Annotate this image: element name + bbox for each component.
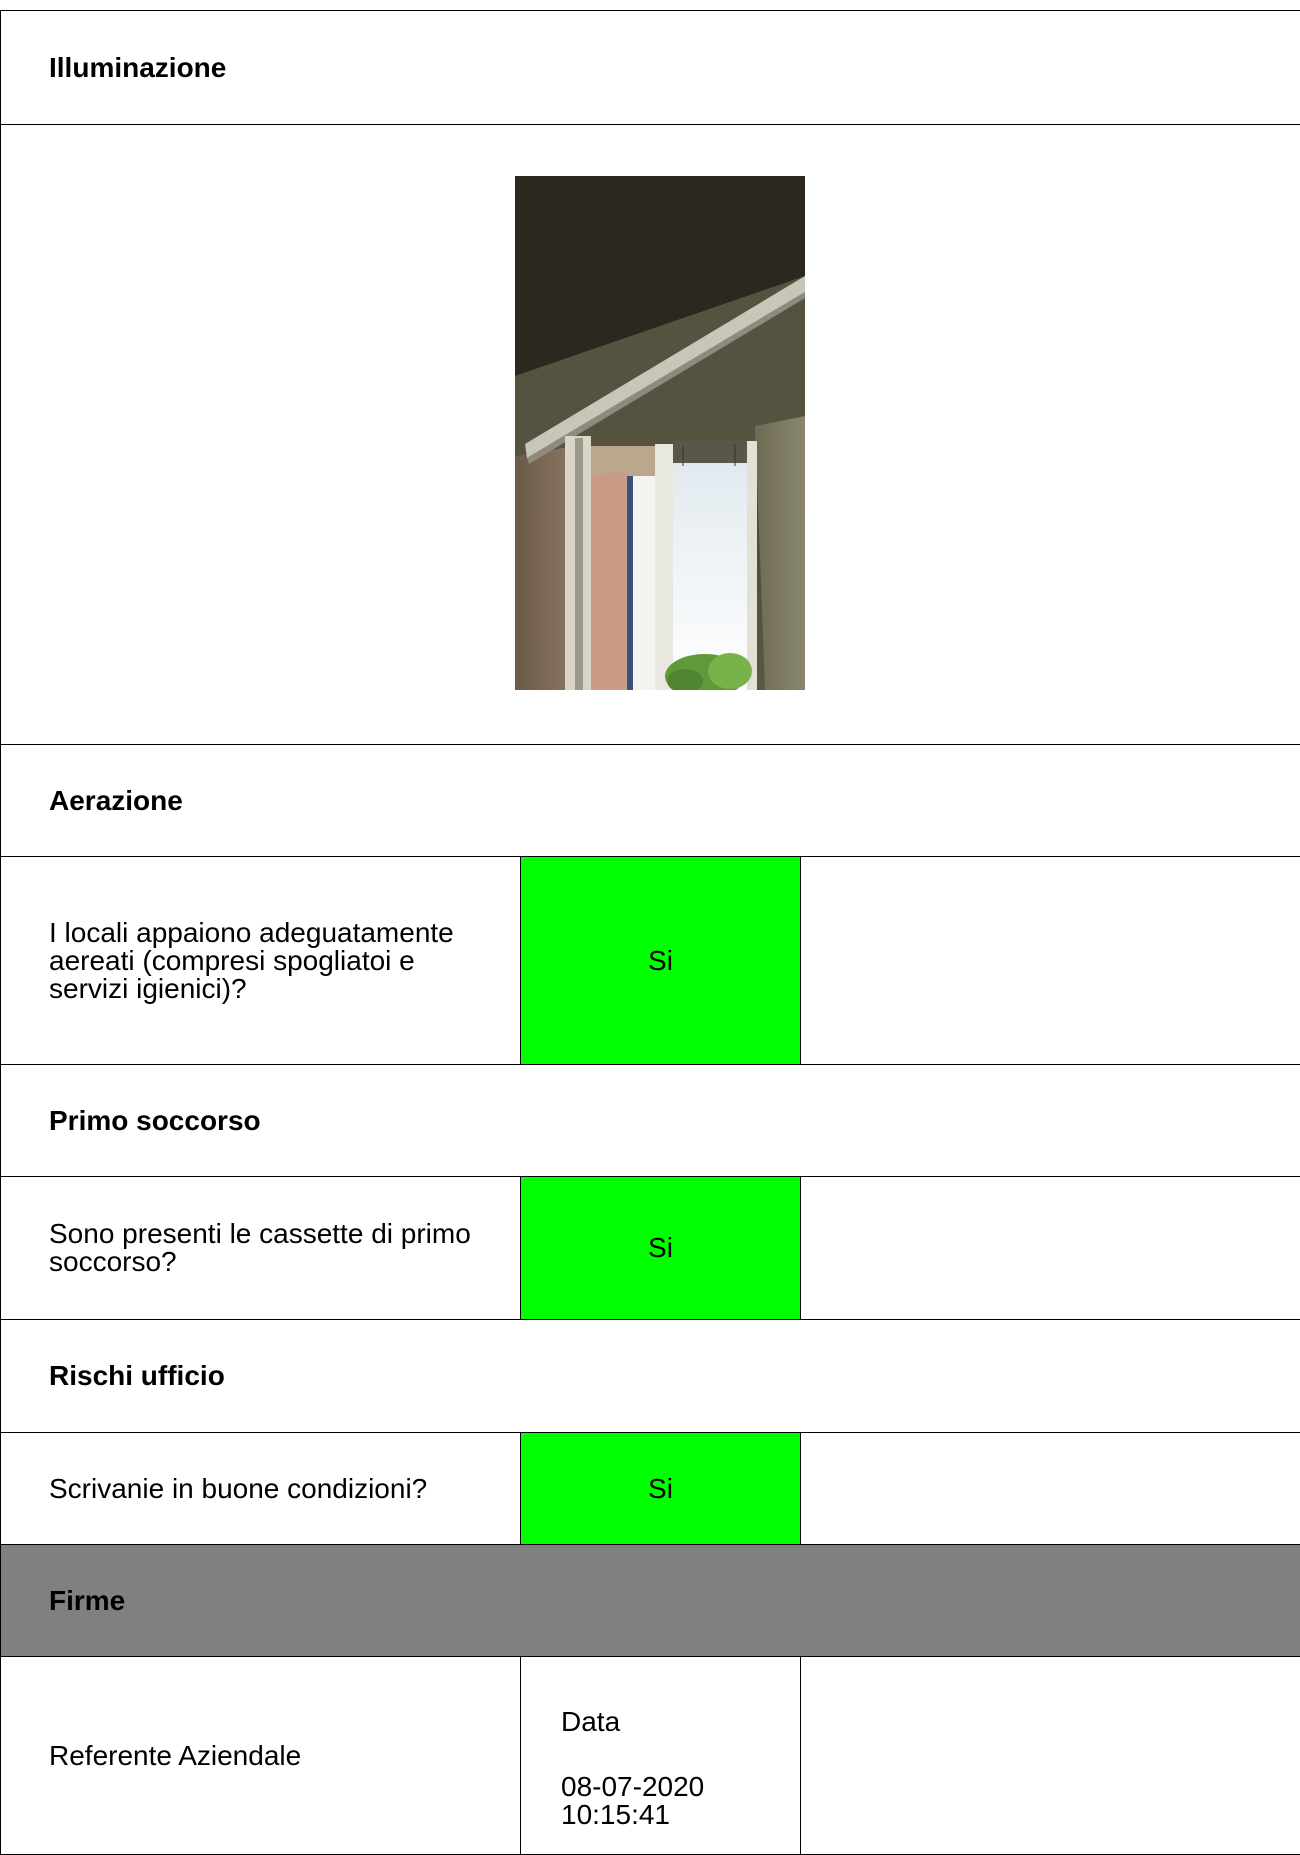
signature-date-cell: Data 08-07-2020 10:15:41 [520, 1656, 801, 1855]
checklist-document: Illuminazione Aerazione I locali appaion… [0, 0, 1300, 1855]
section-rischi-ufficio-header: Rischi ufficio [0, 1319, 1300, 1433]
answer-text: Si [648, 944, 673, 976]
notes-cell [800, 1176, 1300, 1320]
answer-text: Si [648, 1472, 673, 1504]
answer-cell: Si [520, 1176, 801, 1320]
signature-role: Referente Aziendale [49, 1739, 302, 1771]
question-text: I locali appaiono adeguatamente aereati … [49, 916, 454, 1004]
question-cell: Scrivanie in buone condizioni? [0, 1432, 521, 1545]
question-cell: Sono presenti le cassette di primo socco… [0, 1176, 521, 1320]
section-title: Rischi ufficio [49, 1360, 225, 1391]
section-title: Illuminazione [49, 51, 227, 83]
section-aerazione-header: Aerazione [0, 744, 1300, 857]
section-title: Primo soccorso [49, 1104, 261, 1136]
question-text: Scrivanie in buone condizioni? [49, 1472, 428, 1504]
notes-cell [800, 856, 1300, 1065]
section-header-cell: Aerazione [0, 744, 1300, 857]
section-title: Firme [49, 1584, 126, 1616]
answer-cell: Si [520, 856, 801, 1065]
signature-box-cell [800, 1656, 1300, 1855]
answer-text: Si [648, 1232, 673, 1263]
date-value: 08-07-2020 10:15:41 [561, 1771, 705, 1830]
answer-cell: Si [520, 1432, 801, 1545]
section-illuminazione-header: Illuminazione [0, 10, 1300, 125]
question-text: Sono presenti le cassette di primo socco… [49, 1218, 471, 1277]
section-header-cell: Firme [0, 1544, 1300, 1657]
question-row-rischi-ufficio: Scrivanie in buone condizioni? Si [0, 1432, 1300, 1545]
question-row-primo-soccorso: Sono presenti le cassette di primo socco… [0, 1176, 1300, 1320]
signature-row: Referente Aziendale Data 08-07-2020 10:1… [0, 1656, 1300, 1855]
date-label: Data [561, 1706, 621, 1737]
section-header-cell: Primo soccorso [0, 1064, 1300, 1177]
section-firme-header: Firme [0, 1544, 1300, 1657]
section-header-cell: Illuminazione [0, 10, 1300, 125]
question-cell: I locali appaiono adeguatamente aereati … [0, 856, 521, 1065]
notes-cell [800, 1432, 1300, 1545]
signature-role-cell: Referente Aziendale [0, 1656, 521, 1855]
section-primo-soccorso-header: Primo soccorso [0, 1064, 1300, 1177]
section-header-cell: Rischi ufficio [0, 1319, 1300, 1433]
section-title: Aerazione [49, 784, 183, 816]
question-row-aerazione: I locali appaiono adeguatamente aereati … [0, 856, 1300, 1065]
window-photo [515, 176, 805, 690]
